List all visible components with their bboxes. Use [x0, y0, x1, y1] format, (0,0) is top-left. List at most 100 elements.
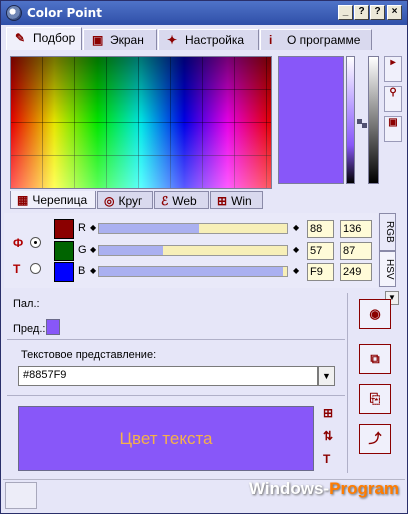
tab-web[interactable]: ℰ Web [154, 191, 209, 209]
tab-win[interactable]: ⊞ Win [210, 191, 263, 209]
green-slider-fill [99, 246, 163, 255]
red-hex-field[interactable]: 88 [307, 220, 334, 238]
window-title: Color Point [27, 6, 102, 20]
pin-icon: ▸ [390, 57, 396, 68]
previous-color-swatch[interactable] [46, 319, 60, 335]
tab-about[interactable]: i О программе [260, 29, 372, 50]
red-increment[interactable]: ◆ [293, 223, 299, 232]
help-icon: ? [358, 6, 365, 17]
status-cell [5, 482, 37, 509]
blue-dec-field[interactable]: 249 [340, 263, 372, 281]
watermark-right: Program [329, 479, 400, 498]
green-increment[interactable]: ◆ [293, 245, 299, 254]
color-tile-grid[interactable] [10, 56, 272, 189]
red-slider[interactable] [98, 223, 288, 234]
paste-icon: ⎘ [369, 391, 381, 406]
watermark-left: Windows- [249, 479, 330, 498]
blue-slider-fill [99, 267, 284, 276]
palette-button[interactable]: ◉ [359, 299, 391, 329]
tab-label: Экран [110, 33, 144, 47]
watermark: Windows-Program [249, 479, 399, 499]
tab-tiles[interactable]: ▦ Черепица [10, 191, 96, 209]
wrench-icon: ✦ [167, 33, 178, 47]
tab-screen[interactable]: ▣ Экран [83, 29, 157, 50]
background-mode-radio[interactable] [30, 237, 41, 248]
tab-rgb[interactable]: RGB [379, 213, 396, 251]
text-format-icon[interactable]: T [323, 452, 330, 466]
green-dec-field[interactable]: 87 [340, 242, 372, 260]
text-mode-radio[interactable] [30, 263, 41, 274]
slider-marker[interactable] [362, 123, 367, 128]
palette-label: Пал.: [13, 298, 40, 310]
help-button[interactable]: ? [354, 5, 369, 20]
background-mode-label: Ф [13, 236, 24, 250]
blue-label: B [78, 265, 86, 277]
tab-label: Подбор [33, 31, 76, 45]
copy-button[interactable]: ⧉ [359, 344, 391, 374]
monitor-icon: ▣ [92, 33, 104, 47]
info-icon: i [269, 33, 273, 47]
green-label: G [78, 244, 87, 256]
help-icon: ? [374, 6, 381, 17]
blue-hex-field[interactable]: F9 [307, 263, 334, 281]
red-decrement[interactable]: ◆ [90, 223, 96, 232]
blue-decrement[interactable]: ◆ [90, 266, 96, 275]
green-decrement[interactable]: ◆ [90, 245, 96, 254]
red-slider-fill [99, 224, 199, 233]
copy-icon: ⧉ [370, 351, 380, 366]
tab-podbor[interactable]: ✎ Подбор [6, 27, 82, 50]
divider [347, 293, 348, 473]
close-button[interactable]: × [387, 5, 402, 20]
close-icon: × [391, 6, 398, 17]
pin-button[interactable]: ▸ [384, 56, 402, 82]
tab-label: Черепица [32, 193, 88, 207]
collapse-button[interactable]: ▣ [384, 116, 402, 142]
eyedropper-icon: ⚲ [389, 87, 397, 98]
tab-label: Web [172, 194, 197, 208]
minimize-button[interactable]: _ [338, 5, 353, 20]
tab-hsv[interactable]: HSV [379, 251, 396, 287]
green-hex-field[interactable]: 57 [307, 242, 334, 260]
green-slider[interactable] [98, 245, 288, 256]
text-mode-label: Т [13, 262, 21, 276]
hex-value-field[interactable]: #8857F9 [18, 366, 318, 386]
red-swatch [54, 219, 74, 239]
swap-icon[interactable]: ⇅ [323, 429, 333, 443]
app-icon [6, 5, 22, 21]
red-label: R [78, 222, 86, 234]
divider [7, 339, 345, 340]
lightness-slider[interactable] [346, 56, 355, 184]
saturation-slider[interactable] [368, 56, 379, 184]
tab-settings[interactable]: ✦ Настройка [158, 29, 259, 50]
previous-label: Пред.: [13, 323, 46, 335]
collapse-icon: ▣ [388, 117, 398, 128]
tiles-icon: ▦ [17, 193, 29, 207]
palette-icon: ◉ [369, 306, 381, 321]
app-window: Color Point _ ? ? × ✎ Подбор ▣ Экран ✦ Наст… [0, 0, 408, 514]
add-text-icon[interactable]: ⊞ [323, 406, 333, 420]
windows-icon: ⊞ [217, 194, 228, 208]
divider [7, 395, 345, 396]
text-repr-label: Текстовое представление: [21, 349, 157, 361]
tab-label: Настройка [185, 33, 245, 47]
eyedropper-button[interactable]: ⚲ [384, 86, 402, 112]
circle-icon: ◎ [104, 194, 115, 208]
red-dec-field[interactable]: 136 [340, 220, 372, 238]
tab-label: Win [231, 194, 252, 208]
tab-label: Круг [118, 194, 143, 208]
tab-label: О программе [287, 33, 361, 47]
export-icon: ⤴ [368, 431, 382, 446]
brush-icon: ✎ [15, 31, 26, 45]
blue-slider[interactable] [98, 266, 288, 277]
export-button[interactable]: ⤴ [359, 424, 391, 454]
blue-increment[interactable]: ◆ [293, 266, 299, 275]
paste-button[interactable]: ⎘ [359, 384, 391, 414]
color-preview [278, 56, 344, 184]
green-swatch [54, 241, 74, 261]
text-color-sample: Цвет текста [18, 406, 314, 471]
help-button-2[interactable]: ? [370, 5, 385, 20]
web-icon: ℰ [161, 194, 169, 208]
tab-circle[interactable]: ◎ Круг [97, 191, 153, 209]
minimize-icon: _ [342, 6, 349, 17]
hex-format-dropdown[interactable]: ▼ [318, 366, 335, 386]
